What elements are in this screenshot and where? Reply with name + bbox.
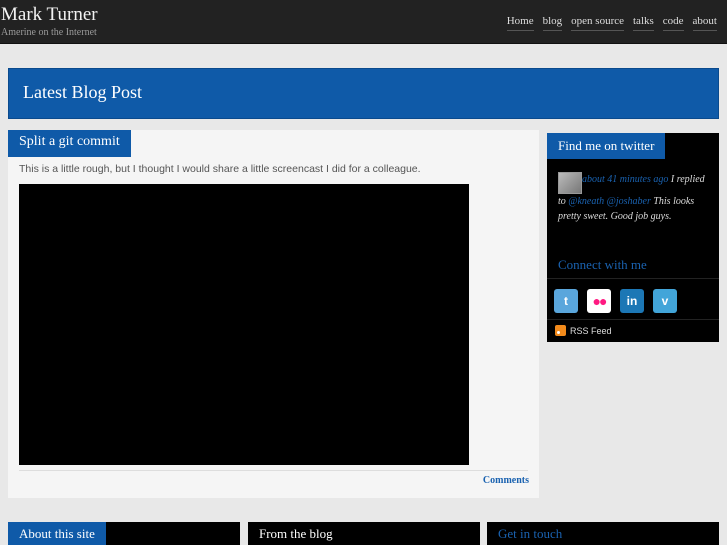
avatar[interactable] <box>558 172 582 194</box>
nav-code[interactable]: code <box>662 15 684 31</box>
connect-title: Connect with me <box>558 257 647 272</box>
get-in-touch-section: Get in touch <box>487 522 719 545</box>
about-section-title: About this site <box>8 522 106 545</box>
twitter-icon[interactable]: t <box>554 289 578 313</box>
nav-open-source[interactable]: open source <box>571 15 624 31</box>
blog-post: Split a git commit This is a little roug… <box>8 130 539 498</box>
linkedin-icon[interactable]: in <box>620 289 644 313</box>
get-in-touch-section-title[interactable]: Get in touch <box>487 522 573 545</box>
site-tagline: Amerine on the Internet <box>1 27 97 38</box>
twitter-section-title: Find me on twitter <box>547 133 666 159</box>
site-header: Mark Turner Amerine on the Internet Home… <box>0 0 727 44</box>
site-title[interactable]: Mark Turner <box>1 4 98 26</box>
flickr-icon[interactable]: ●● <box>587 289 611 313</box>
post-title[interactable]: Split a git commit <box>8 130 131 157</box>
sidebar: Find me on twitter about 41 minutes ago … <box>547 133 719 342</box>
rss-feed-link[interactable]: RSS Feed <box>555 325 612 336</box>
nav-talks[interactable]: talks <box>633 15 654 31</box>
from-blog-section: From the blog <box>248 522 480 545</box>
vimeo-icon[interactable]: v <box>653 289 677 313</box>
banner-title: Latest Blog Post <box>23 82 143 102</box>
rss-icon <box>555 325 566 336</box>
latest-post-banner: Latest Blog Post <box>8 68 719 119</box>
nav-blog[interactable]: blog <box>542 15 563 31</box>
nav-about[interactable]: about <box>692 15 717 31</box>
mention-link[interactable]: @kneath <box>568 196 604 207</box>
rss-label: RSS Feed <box>570 325 612 336</box>
from-blog-section-title: From the blog <box>259 526 333 541</box>
post-body: This is a little rough, but I thought I … <box>19 163 421 175</box>
main-nav: Home blog open source talks code about <box>498 15 717 31</box>
post-divider <box>19 470 528 471</box>
nav-home[interactable]: Home <box>506 15 534 31</box>
comments-link[interactable]: Comments <box>483 475 529 486</box>
tweet: about 41 minutes ago I replied to @kneat… <box>558 172 708 224</box>
about-section: About this site <box>8 522 240 545</box>
tweet-time-link[interactable]: about 41 minutes ago <box>582 174 668 185</box>
divider <box>547 319 719 320</box>
social-links: t ●● in v <box>554 289 677 313</box>
video-player[interactable] <box>19 184 469 465</box>
divider <box>547 278 719 279</box>
mention-link[interactable]: @joshaber <box>607 196 651 207</box>
